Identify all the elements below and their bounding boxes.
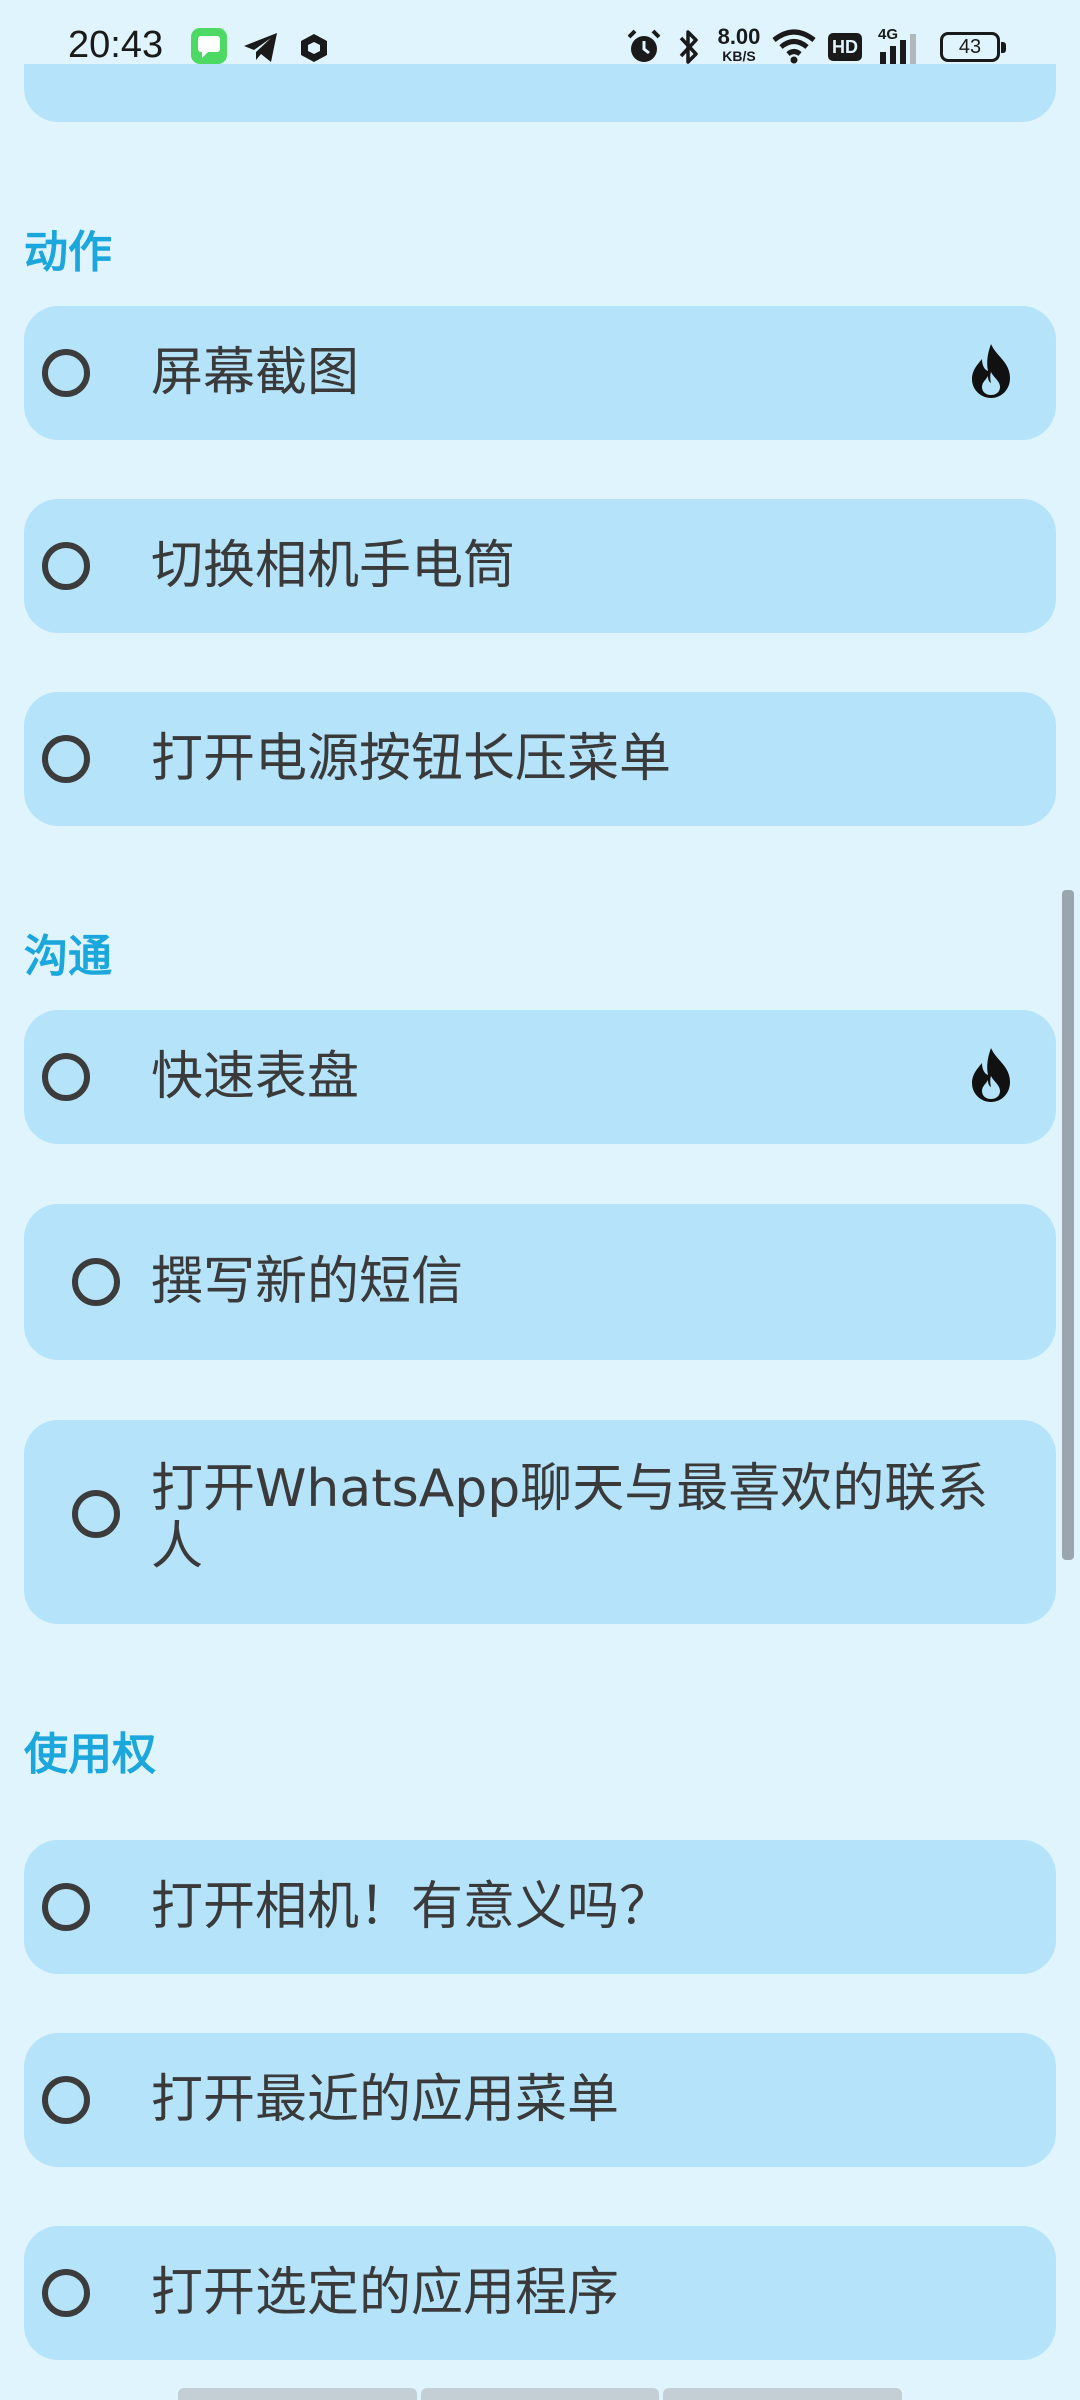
radio-button[interactable] [72,1258,120,1306]
bottom-tab[interactable] [178,2388,417,2400]
list-item-label: 撰写新的短信 [151,1252,464,1312]
list-item-label: 打开电源按钮长压菜单 [151,729,672,789]
list-item-open-selected-app[interactable]: 打开选定的应用程序 [24,2226,1056,2360]
status-time: 20:43 [68,24,164,66]
section-title-actions: 动作 [24,227,112,278]
radio-button[interactable] [42,1883,90,1931]
list-item-screenshot[interactable]: 屏幕截图 [24,306,1056,440]
list-item-speed-dial[interactable]: 快速表盘 [24,1010,1056,1144]
list-item-toggle-flashlight[interactable]: 切换相机手电筒 [24,499,1056,633]
messages-app-icon [191,28,227,64]
fire-icon [972,1048,1010,1102]
radio-button[interactable] [72,1490,120,1538]
radio-button[interactable] [42,542,90,590]
list-item-label: 打开WhatsApp聊天与最喜欢的联系人 [151,1459,989,1577]
list-item-power-menu[interactable]: 打开电源按钮长压菜单 [24,692,1056,826]
network-speed-unit: KB/S [722,48,756,64]
list-item-label: 打开相机！有意义吗？ [151,1877,672,1937]
radio-button[interactable] [42,2269,90,2317]
radio-button[interactable] [42,735,90,783]
section-title-access: 使用权 [24,1729,156,1780]
radio-button[interactable] [42,2076,90,2124]
list-item-open-camera[interactable]: 打开相机！有意义吗？ [24,1840,1056,1974]
list-item-label: 屏幕截图 [151,343,360,403]
app-icon [301,34,327,62]
list-item-compose-sms[interactable]: 撰写新的短信 [24,1204,1056,1360]
list-item-recent-apps[interactable]: 打开最近的应用菜单 [24,2033,1056,2167]
list-item-label: 打开最近的应用菜单 [151,2070,620,2130]
wifi-icon [772,29,816,64]
fire-icon [972,344,1010,398]
radio-button[interactable] [42,349,90,397]
bottom-navigation-bar[interactable] [178,2388,903,2400]
alarm-icon [627,29,661,62]
bottom-tab[interactable] [663,2388,903,2400]
list-item-label: 打开选定的应用程序 [151,2263,620,2323]
network-speed: 8.00 KB/S [712,24,766,64]
list-item-whatsapp-chat[interactable]: 打开WhatsApp聊天与最喜欢的联系人 [24,1420,1056,1624]
section-title-communication: 沟通 [24,931,112,982]
bluetooth-icon [679,30,698,64]
list-item-partial[interactable] [24,64,1056,122]
signal-icon: 4G [878,26,926,66]
list-item-label: 切换相机手电筒 [151,536,516,596]
battery-icon: 43 [940,32,1006,62]
list-item-label: 快速表盘 [151,1047,360,1107]
network-speed-value: 8.00 [717,24,761,49]
telegram-icon [244,33,277,62]
hd-icon: HD [828,33,862,61]
bottom-tab[interactable] [420,2388,660,2400]
scrollbar[interactable] [1062,890,1074,1560]
radio-button[interactable] [42,1053,90,1101]
